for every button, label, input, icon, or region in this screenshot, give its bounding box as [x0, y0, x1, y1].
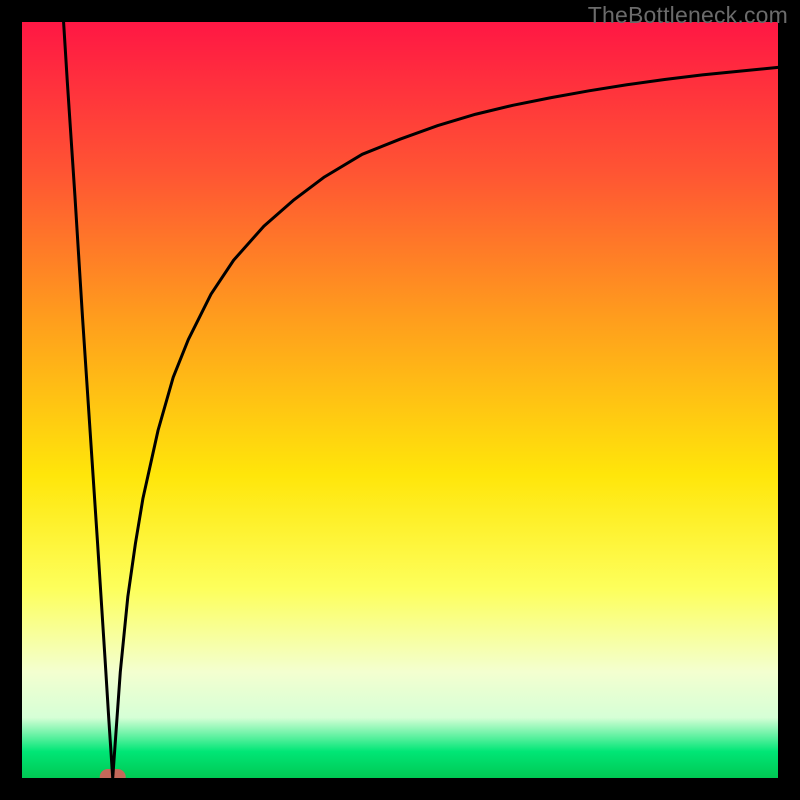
chart-container: TheBottleneck.com [0, 0, 800, 800]
watermark: TheBottleneck.com [588, 2, 788, 29]
chart-svg [0, 0, 800, 800]
plot-background [22, 22, 778, 778]
